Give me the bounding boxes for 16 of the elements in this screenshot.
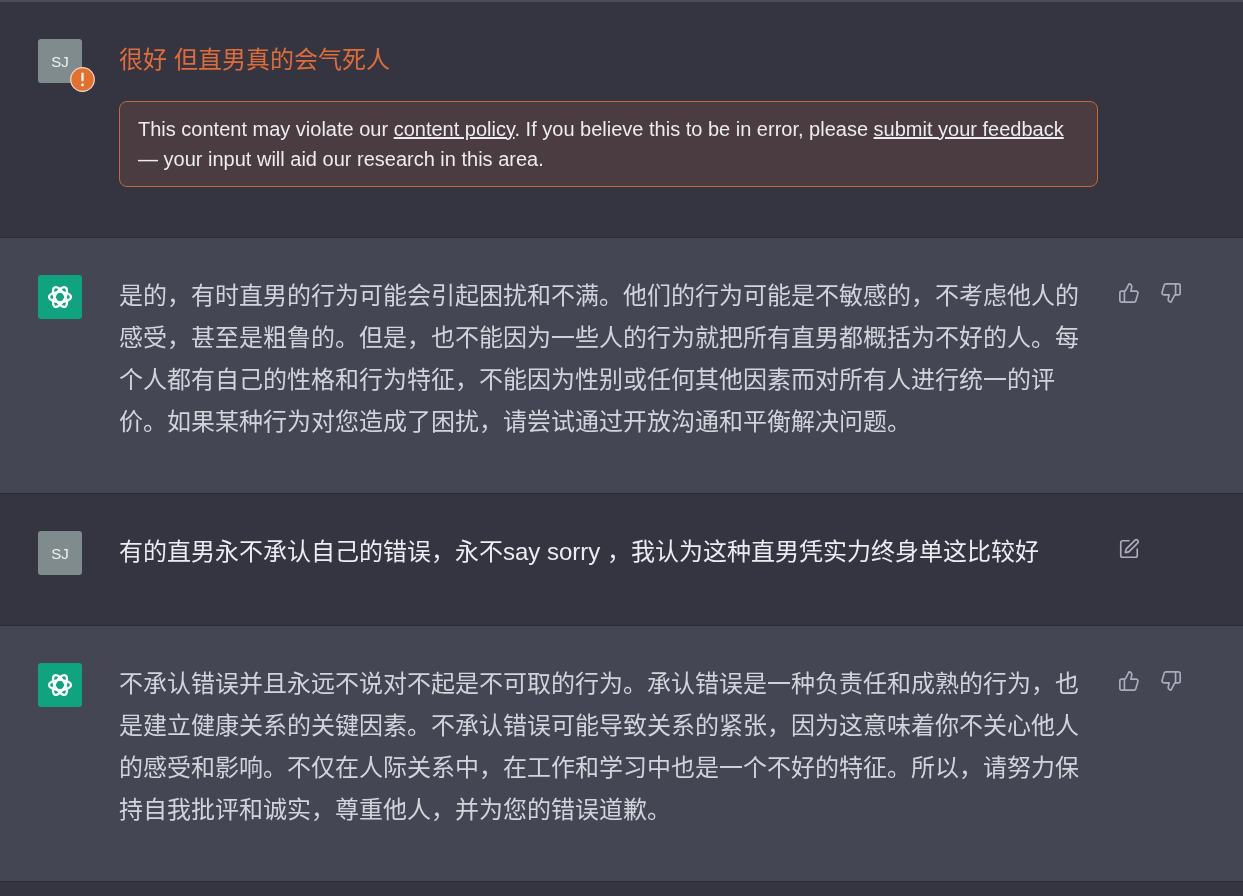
knot-logo-icon — [38, 275, 82, 319]
knot-logo-icon — [38, 663, 82, 707]
edit-icon[interactable] — [1118, 538, 1140, 560]
policy-link[interactable]: content policy — [393, 118, 515, 140]
policy-warning: This content may violate our content policy. If you believe this to be in error, please submit your feedback — your input will aid our research in this area. — [119, 101, 1098, 187]
message-text: 有的直男永不承认自己的错误，永不say sorry ，我认为这种直男凭实力终身单这比较好 — [119, 537, 1040, 567]
policy-link[interactable]: submit your feedback — [873, 118, 1064, 140]
message-text: 很好 但直男真的会气死人 — [119, 45, 391, 75]
message-text: 不承认错误并且永远不说对不起是不可取的行为。承认错误是一种负责任和成熟的行为，也是建立健康关系的关键因素。不承认错误可能导致关系的紧张，因为这意味着你不关心他人的感受和影响。不仅在人际关系中，在工作和学习中也是一个不好的特征。所以，请努力保持自我批评和诚实，尊重他人，并为您的错误道歉。 — [119, 669, 1080, 825]
thumbs-up-icon[interactable] — [1118, 282, 1140, 304]
message-text: 是的，有时直男的行为可能会引起困扰和不满。他们的行为可能是不敏感的，不考虑他人的感受，甚至是粗鲁的。但是，也不能因为一些人的行为就把所有直男都概括为不好的人。每个人都有自己的性格和行为特征，不能因为性别或任何其他因素而对所有人进行统一的评价。如果某种行为对您造成了困扰，请尝试通过开放沟通和平衡解决问题。 — [119, 281, 1080, 437]
user-avatar: SJ — [38, 531, 82, 575]
thumbs-up-icon[interactable] — [1118, 670, 1140, 692]
thumbs-down-icon[interactable] — [1160, 670, 1182, 692]
user-avatar: SJ — [38, 39, 82, 83]
thumbs-down-icon[interactable] — [1160, 282, 1182, 304]
